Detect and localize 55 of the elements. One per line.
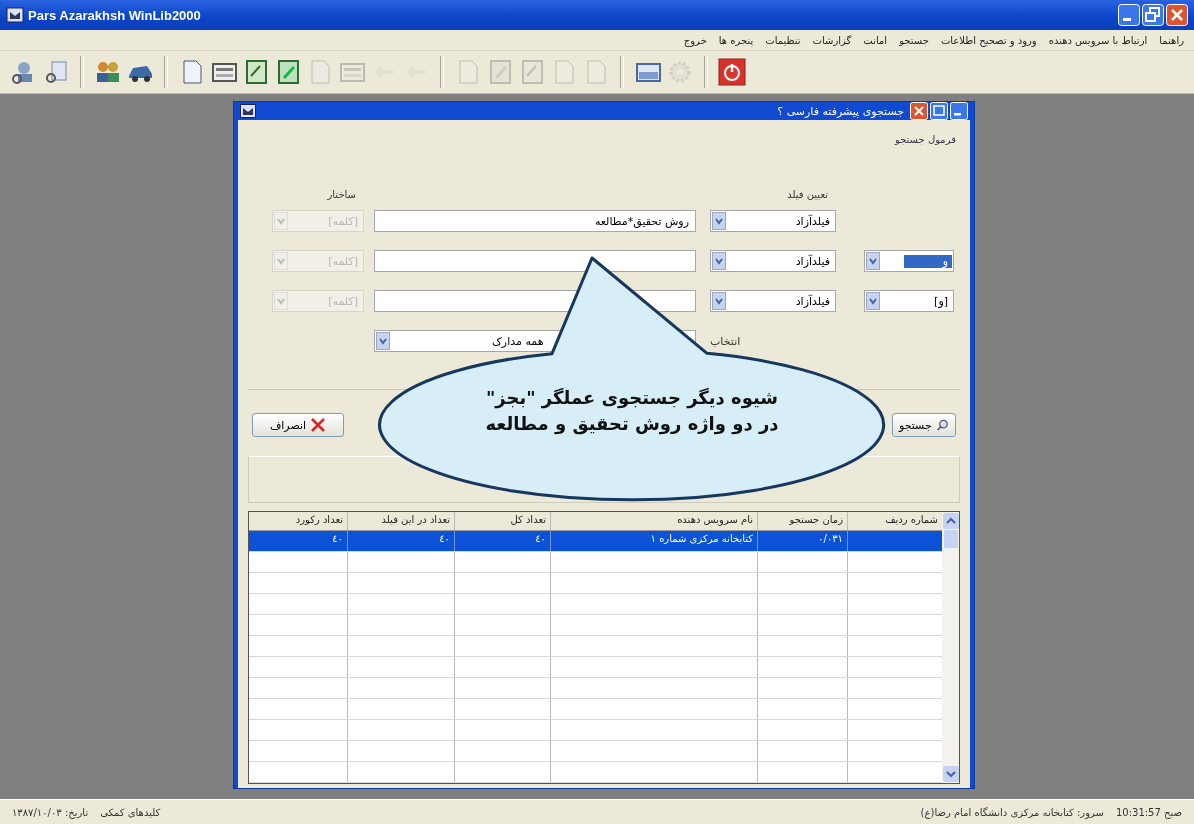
search-term-field[interactable] [374, 250, 696, 272]
table-cell: ۰/۰۳۱ [757, 531, 847, 551]
menu-item[interactable]: پنجره ها [718, 34, 754, 46]
menu-item[interactable]: راهنما [1159, 34, 1184, 46]
column-label: تعیین فیلد [787, 189, 829, 200]
close-icon[interactable] [910, 102, 928, 120]
app-icon [6, 7, 24, 23]
status-text: صبح 10:31:57 [1115, 806, 1182, 818]
callout-text: شیوه دیگر جستجوی عملگر "بجز" در دو واژه روش تحقیق و مطالعه [484, 386, 780, 437]
status-text: سرور: کتابخانه مرکزی دانشگاه امام رضا(ع) [920, 806, 1104, 818]
app-icon [240, 104, 256, 118]
search-button[interactable]: جستجو [892, 413, 956, 437]
status-text: کلیدهای کمکی [100, 806, 161, 818]
group-label: فرمول جستجو [893, 134, 957, 145]
column-header[interactable]: نام سرویس دهنده [550, 512, 757, 530]
restore-icon[interactable] [1142, 4, 1164, 26]
table-cell: ٤٠ [347, 531, 454, 551]
menu-item[interactable]: تنظیمات [765, 34, 801, 46]
menu-item[interactable]: گزارشات [812, 34, 852, 46]
column-header[interactable]: تعداد در این فیلد [347, 512, 454, 530]
menu-item[interactable]: خروج [683, 34, 707, 46]
table-row[interactable]: ۰/۰۳۱ کتابخانه مرکزی شماره ۱ ٤٠ ٤٠ ٤٠ [249, 531, 942, 552]
scroll-bar[interactable] [942, 512, 959, 783]
column-label: ساختار [327, 189, 357, 200]
column-header[interactable]: زمان جستجو [757, 512, 847, 530]
window-title: Pars Azarakhsh WinLib2000 [28, 7, 201, 23]
scroll-down-icon[interactable] [942, 766, 959, 782]
field-dropdown[interactable]: فیلدآزاد [710, 210, 836, 232]
cross-icon [310, 417, 327, 433]
scope-label: انتخاب [710, 334, 741, 348]
search-icon [935, 417, 949, 433]
close-icon[interactable] [1166, 4, 1188, 26]
dialog-title: جستجوی پیشرفته فارسی ؟ [777, 104, 904, 118]
minimize-icon[interactable] [950, 102, 968, 120]
column-header[interactable]: تعداد کل [454, 512, 550, 530]
scroll-thumb[interactable] [943, 530, 958, 548]
operator-dropdown[interactable]: [و] [864, 290, 954, 312]
search-term-field[interactable]: روش تحقیق*مطالعه [374, 210, 696, 232]
table-cell: ٤٠ [249, 531, 347, 551]
operator-dropdown[interactable]: و [864, 250, 954, 272]
table-cell: ٤٠ [454, 531, 550, 551]
maximize-icon[interactable] [930, 102, 948, 120]
menu-item[interactable]: ورود و تصحیح اطلاعات [940, 34, 1037, 46]
menu-item[interactable]: ارتباط با سرویس دهنده [1048, 34, 1148, 46]
menu-item[interactable]: امانت [863, 34, 888, 46]
column-header[interactable]: تعداد رکورد [249, 512, 347, 530]
field-dropdown[interactable]: فیلدآزاد [710, 250, 836, 272]
status-text: تاریخ: ۱۳۸۷/۱۰/۰۳ [12, 806, 89, 818]
menu-item[interactable]: جستجو [899, 34, 929, 46]
minimize-icon[interactable] [1118, 4, 1140, 26]
table-cell: کتابخانه مرکزی شماره ۱ [550, 531, 757, 551]
power-icon[interactable] [718, 58, 746, 86]
cancel-button[interactable]: انصراف [252, 413, 344, 437]
scroll-up-icon[interactable] [942, 513, 959, 529]
field-dropdown[interactable]: فیلدآزاد [710, 290, 836, 312]
